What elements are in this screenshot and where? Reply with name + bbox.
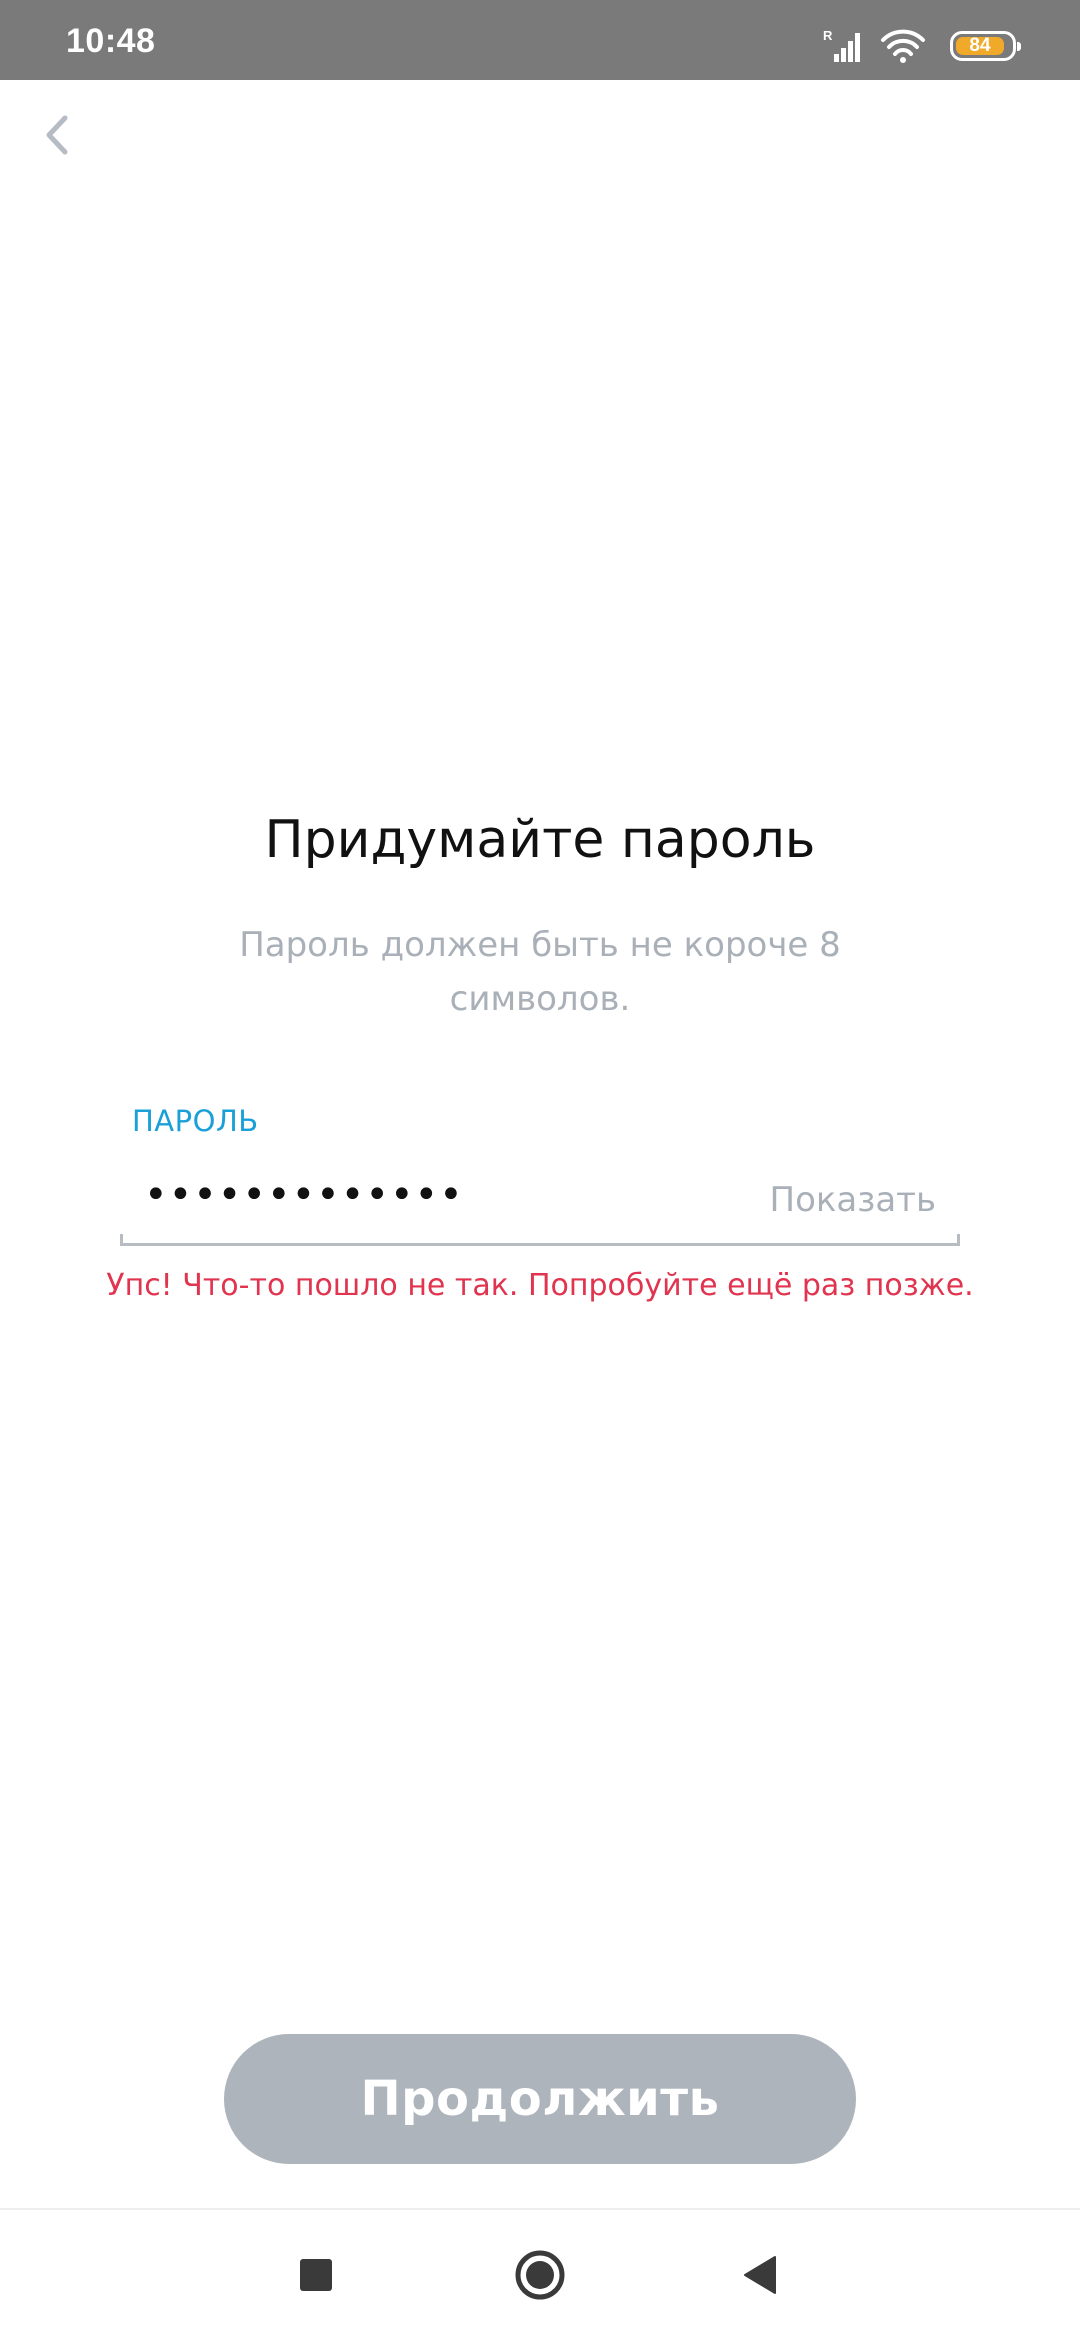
navigation-bar bbox=[0, 2210, 1080, 2340]
signal-icon: R bbox=[822, 28, 862, 64]
square-icon bbox=[300, 2259, 332, 2291]
error-message: Упс! Что-то пошло не так. Попробуйте ещё… bbox=[106, 1268, 974, 1303]
home-button[interactable] bbox=[480, 2210, 600, 2340]
chevron-left-icon bbox=[46, 115, 68, 155]
back-button[interactable] bbox=[30, 105, 82, 165]
continue-label: Продолжить bbox=[360, 2071, 720, 2127]
triangle-back-icon bbox=[744, 2256, 776, 2294]
page-subtitle: Пароль должен быть не короче 8 символов. bbox=[239, 925, 841, 1019]
password-value[interactable]: ••••••••••••• bbox=[144, 1172, 464, 1218]
page-title: Придумайте пароль bbox=[264, 810, 816, 870]
wifi-icon bbox=[880, 28, 926, 64]
recents-button[interactable] bbox=[256, 2210, 376, 2340]
show-password-button[interactable]: Показать bbox=[770, 1180, 937, 1220]
password-label: ПАРОЛЬ bbox=[132, 1104, 259, 1138]
signal-roaming-badge: R bbox=[823, 28, 833, 43]
password-field[interactable]: ••••••••••••• Показать bbox=[120, 1160, 960, 1246]
status-time: 10:48 bbox=[66, 22, 156, 60]
status-bar: 10:48 R 84 bbox=[0, 0, 1080, 80]
battery-nub bbox=[1017, 42, 1021, 51]
battery-icon: 84 bbox=[950, 31, 1021, 61]
screen: 10:48 R 84 Придумайте пароль Пароль долж… bbox=[0, 0, 1080, 2340]
nav-back-button[interactable] bbox=[700, 2210, 820, 2340]
continue-button[interactable]: Продолжить bbox=[224, 2034, 856, 2164]
battery-level: 84 bbox=[969, 35, 991, 56]
status-icons: R 84 bbox=[822, 28, 1021, 64]
circle-icon bbox=[515, 2250, 565, 2300]
